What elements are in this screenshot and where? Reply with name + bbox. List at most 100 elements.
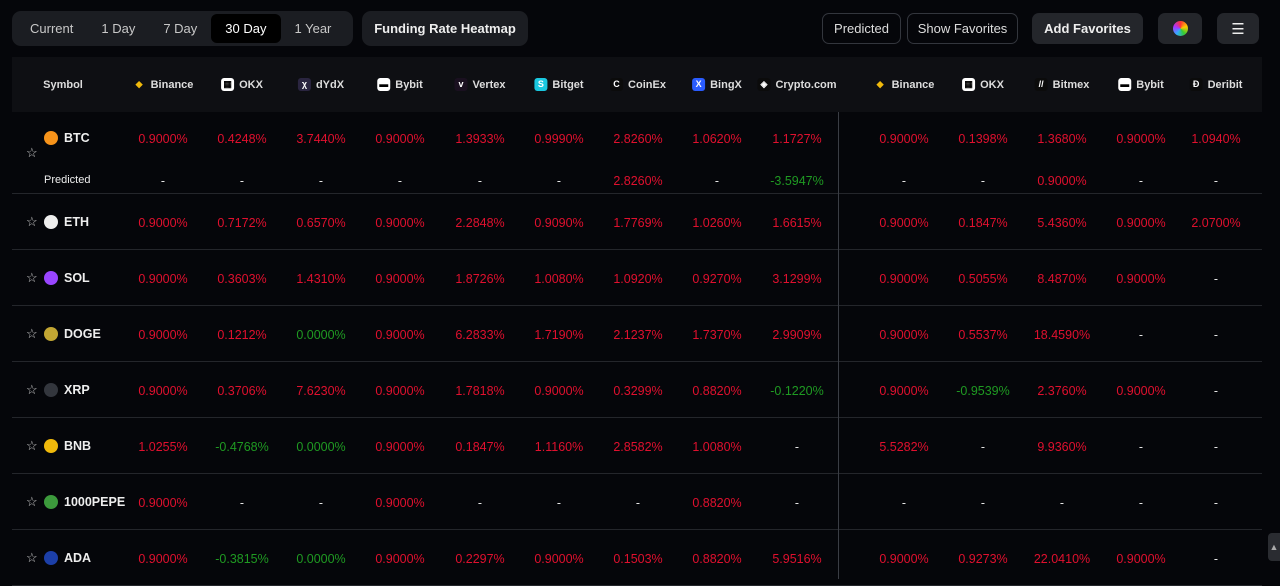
rate-cell: - [1213,328,1219,342]
header-cryptocom[interactable]: ◈ Crypto.com [757,78,837,91]
binance-icon: ◆ [135,79,143,89]
vertex-icon: v [454,78,468,91]
rate-cell: - [1138,328,1144,342]
rate-cell: 0.9000% [138,328,188,342]
favorite-star-icon[interactable]: ☆ [26,438,38,454]
rate-cell: -0.9539% [956,384,1010,398]
symbol-label: XRP [64,383,90,397]
rate-cell: 1.8726% [455,272,505,286]
rate-cell: 0.9000% [138,384,188,398]
rate-cell: 0.9000% [138,132,188,146]
tab-1-year[interactable]: 1 Year [281,14,346,43]
rate-cell: - [635,496,641,510]
rate-cell: 5.5282% [879,440,929,454]
rate-cell: 0.9000% [375,552,425,566]
funding-rate-heatmap-button[interactable]: Funding Rate Heatmap [362,11,528,46]
rate-cell: - [318,496,324,510]
symbol-header[interactable]: Symbol [43,79,83,91]
rate-cell: 0.9990% [534,132,584,146]
rate-cell: 0.9000% [1116,272,1166,286]
header-bybit[interactable]: ▬ Bybit [377,78,423,91]
rate-cell: 2.8582% [613,440,663,454]
rate-cell: 0.3706% [217,384,267,398]
rate-cell: 22.0410% [1033,552,1091,566]
rate-cell: 0.9000% [879,132,929,146]
rate-cell: 0.4248% [217,132,267,146]
rate-cell: 0.9000% [375,272,425,286]
header-bybit[interactable]: ▬ Bybit [1118,78,1164,91]
favorite-star-icon[interactable]: ☆ [26,550,38,566]
header-bingx[interactable]: X BingX [692,78,742,91]
favorite-star-icon[interactable]: ☆ [26,145,38,161]
scroll-button[interactable]: ▲ [1268,533,1280,561]
header-binance[interactable]: ◆ Binance [133,78,194,91]
favorite-star-icon[interactable]: ☆ [26,382,38,398]
header-vertex[interactable]: v Vertex [454,78,506,91]
bybit-icon: ▬ [377,78,391,91]
rate-cell: -0.1220% [770,384,824,398]
tab-1-day[interactable]: 1 Day [87,14,149,43]
rate-cell: 0.9000% [375,328,425,342]
cryptocom-icon: ◈ [757,78,771,91]
table-row: ☆ 1000PEPE 0.9000% - - 0.9000% - - - 0.8820% - - - - -… [12,474,1262,530]
header-okx[interactable]: ▦ OKX [221,78,263,91]
show-favorites-button[interactable]: Show Favorites [907,13,1018,44]
rate-cell: 0.9000% [1116,384,1166,398]
header-label: BingX [710,78,742,91]
rate-cell: 0.5055% [958,272,1008,286]
header-bitmex[interactable]: // Bitmex [1034,78,1089,91]
predicted-rate-cell: - [160,174,166,188]
symbol-cell: DOGE [44,327,101,341]
header-coinex[interactable]: C CoinEx [610,78,666,91]
time-range-tabs: Current 1 Day 7 Day 30 Day 1 Year [12,11,353,46]
tab-current[interactable]: Current [16,14,87,43]
bybit-icon: ▬ [1118,78,1132,91]
rate-cell: 6.2833% [455,328,505,342]
header-label: OKX [980,78,1004,91]
predicted-button[interactable]: Predicted [822,13,901,44]
favorite-star-icon[interactable]: ☆ [26,214,38,230]
rate-cell: 0.9000% [138,552,188,566]
rate-cell: 1.0260% [692,216,742,230]
header-dydx[interactable]: χ dYdX [297,78,344,91]
rate-cell: 0.9000% [534,552,584,566]
header-okx[interactable]: ▦ OKX [962,78,1004,91]
rate-cell: 0.5537% [958,328,1008,342]
tab-30-day[interactable]: 30 Day [211,14,281,43]
header-binance[interactable]: ◆ Binance [874,78,935,91]
rate-cell: 0.9000% [375,216,425,230]
color-theme-button[interactable] [1158,13,1202,44]
predicted-rate-cell: - [318,174,324,188]
rate-cell: - [1059,496,1065,510]
symbol-label: ETH [64,215,89,229]
settings-sliders-button[interactable]: ☰ [1217,13,1259,44]
header-label: OKX [239,78,263,91]
header-label: Bybit [1136,78,1164,91]
rate-cell: 9.9360% [1037,440,1087,454]
header-bitget[interactable]: S Bitget [534,78,584,91]
rate-cell: 0.9000% [1116,216,1166,230]
rate-cell: 1.1160% [534,440,584,454]
favorite-star-icon[interactable]: ☆ [26,494,38,510]
rate-cell: - [556,496,562,510]
dydx-icon: χ [297,78,311,91]
rate-cell: 1.7818% [455,384,505,398]
add-favorites-button[interactable]: Add Favorites [1032,13,1143,44]
tab-7-day[interactable]: 7 Day [149,14,211,43]
rate-cell: 0.9000% [879,552,929,566]
rate-cell: 0.1847% [958,216,1008,230]
header-deribit[interactable]: Ð Deribit [1189,78,1242,91]
ada-coin-icon [44,551,58,565]
rate-cell: 5.9516% [772,552,822,566]
favorite-star-icon[interactable]: ☆ [26,270,38,286]
predicted-rate-cell: 0.9000% [1037,174,1087,188]
rate-cell: 7.6230% [296,384,346,398]
symbol-label: ADA [64,551,92,565]
header-label: Vertex [472,78,506,91]
rate-cell: 2.3760% [1037,384,1087,398]
rate-cell: 8.4870% [1037,272,1087,286]
favorite-star-icon[interactable]: ☆ [26,326,38,342]
table-row: ☆ DOGE 0.9000% 0.1212% 0.0000% 0.9000% 6.2833%… [12,306,1262,362]
rate-cell: 0.0000% [296,552,346,566]
rate-cell: 18.4590% [1033,328,1091,342]
